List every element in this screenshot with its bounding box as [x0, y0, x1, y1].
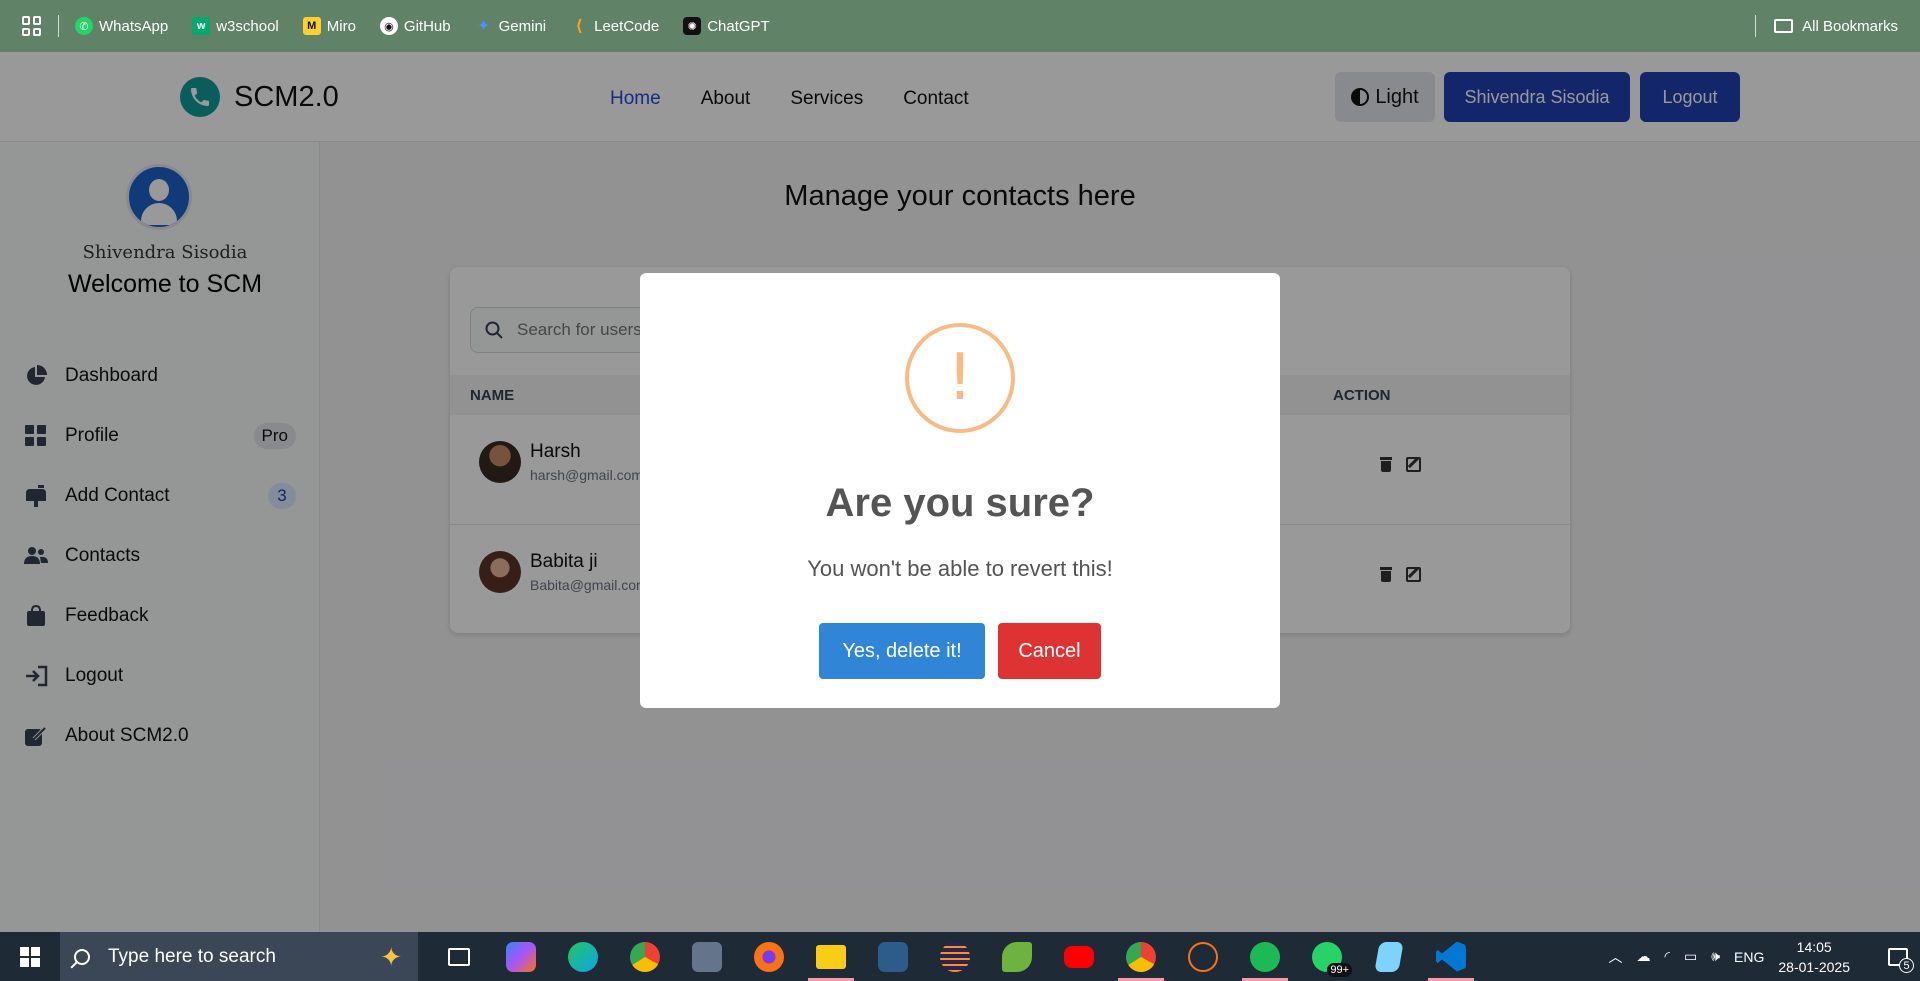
bookmark-w3school[interactable]: w w3school: [192, 17, 279, 35]
taskbar-chrome-active[interactable]: [1110, 932, 1172, 981]
taskbar-mysql[interactable]: [862, 932, 924, 981]
chevron-up-icon[interactable]: ︿: [1609, 947, 1623, 967]
volume-icon[interactable]: 🕪: [1711, 948, 1720, 965]
chrome-icon: [630, 941, 660, 972]
notification-center-button[interactable]: 5: [1876, 932, 1920, 981]
bookmarks-separator: [58, 15, 59, 37]
folder-icon: [1774, 19, 1794, 33]
github-icon: ◉: [379, 17, 398, 35]
gemini-icon: ✦: [476, 18, 491, 35]
taskbar-search[interactable]: Type here to search ✦: [60, 932, 418, 981]
w3school-icon: w: [192, 17, 211, 35]
taskbar-chrome[interactable]: [614, 932, 676, 981]
bookmark-label: ChatGPT: [707, 17, 770, 35]
bookmark-label: w3school: [216, 17, 279, 35]
youtube-icon: [1064, 945, 1094, 968]
dialog-title: Are you sure?: [825, 481, 1095, 525]
leetcode-icon: ⟨: [575, 18, 583, 35]
taskbar-youtube[interactable]: [1048, 932, 1110, 981]
clock[interactable]: 14:05 28-01-2025: [1778, 937, 1850, 977]
bookmark-label: GitHub: [403, 17, 451, 35]
task-view-button[interactable]: [428, 932, 490, 981]
start-button[interactable]: [0, 932, 60, 981]
onedrive-icon[interactable]: ☁: [1637, 948, 1651, 965]
spotify-icon: [1250, 941, 1280, 972]
taskbar-copilot[interactable]: [490, 932, 552, 981]
cancel-button[interactable]: Cancel: [998, 623, 1101, 679]
spring-icon: [1002, 941, 1032, 972]
taskbar-whatsapp[interactable]: 99+: [1296, 932, 1358, 981]
warning-mark: !: [947, 341, 973, 415]
taskbar-file-explorer[interactable]: [800, 932, 862, 981]
folder-icon: [816, 944, 846, 969]
miro-icon: M: [302, 17, 321, 35]
confirm-dialog: ! Are you sure? You won't be able to rev…: [640, 273, 1280, 708]
vscode-icon: [1436, 941, 1466, 972]
copilot-sparkle-icon: ✦: [380, 942, 402, 972]
firefox-icon: [754, 941, 784, 972]
copilot-icon: [506, 941, 536, 972]
dialog-text: You won't be able to revert this!: [807, 556, 1113, 581]
taskbar-search-placeholder: Type here to search: [108, 945, 276, 967]
taskbar-edge[interactable]: [552, 932, 614, 981]
battery-icon[interactable]: ▭: [1684, 948, 1697, 965]
taskbar-spotify[interactable]: [1234, 932, 1296, 981]
bookmark-label: WhatsApp: [99, 17, 169, 35]
all-bookmarks[interactable]: All Bookmarks: [1755, 0, 1898, 52]
windows-icon: [20, 946, 40, 967]
taskbar-notepad[interactable]: [1358, 932, 1420, 981]
taskbar-media-player[interactable]: [1172, 932, 1234, 981]
whatsapp-unread-count: 99+: [1327, 963, 1352, 977]
media-player-icon: [1188, 941, 1218, 972]
task-view-icon: [448, 947, 470, 966]
eclipse-icon: [940, 941, 970, 972]
confirm-delete-button[interactable]: Yes, delete it!: [819, 623, 985, 679]
bookmarks-bar: ✆ WhatsApp w w3school M Miro ◉ GitHub ✦ Gemin…: [0, 0, 1920, 52]
taskbar-apps: 99+: [428, 932, 1482, 981]
taskbar-vscode[interactable]: [1420, 932, 1482, 981]
taskbar-camera[interactable]: [676, 932, 738, 981]
chrome-icon: [1126, 941, 1156, 972]
bookmark-label: LeetCode: [594, 17, 660, 35]
bookmark-miro[interactable]: M Miro: [302, 17, 356, 35]
notepad-icon: [1374, 941, 1404, 972]
camera-icon: [692, 941, 722, 972]
system-tray: ︿ ☁ ◜ ▭ 🕪 ENG 14:05 28-01-2025 5: [1609, 932, 1920, 981]
notification-count: 5: [1899, 958, 1914, 973]
whatsapp-icon: ✆: [75, 17, 93, 35]
taskbar: Type here to search ✦ 99+ ︿ ☁ ◜ ▭ 🕪 ENG …: [0, 932, 1920, 981]
search-icon: [74, 948, 90, 965]
taskbar-eclipse[interactable]: [924, 932, 986, 981]
taskbar-spring[interactable]: [986, 932, 1048, 981]
clock-time: 14:05: [1796, 938, 1832, 955]
bookmark-chatgpt[interactable]: ✺ ChatGPT: [683, 17, 770, 35]
apps-grid-icon[interactable]: [22, 16, 42, 36]
network-icon[interactable]: ◜: [1665, 948, 1670, 965]
edge-icon: [568, 941, 598, 972]
bookmark-label: Gemini: [498, 17, 547, 35]
language-indicator[interactable]: ENG: [1734, 949, 1764, 965]
taskbar-firefox[interactable]: [738, 932, 800, 981]
warning-icon: !: [905, 323, 1015, 433]
mysql-workbench-icon: [878, 941, 908, 972]
bookmark-gemini[interactable]: ✦ Gemini: [475, 17, 547, 36]
all-bookmarks-label: All Bookmarks: [1802, 17, 1898, 35]
chatgpt-icon: ✺: [683, 17, 702, 35]
bookmark-leetcode[interactable]: ⟨ LeetCode: [570, 17, 660, 36]
bookmark-whatsapp[interactable]: ✆ WhatsApp: [75, 17, 168, 35]
bookmark-label: Miro: [326, 17, 356, 35]
clock-date: 28-01-2025: [1778, 958, 1850, 975]
bookmark-github[interactable]: ◉ GitHub: [379, 17, 451, 35]
bookmarks-separator: [1755, 15, 1757, 37]
